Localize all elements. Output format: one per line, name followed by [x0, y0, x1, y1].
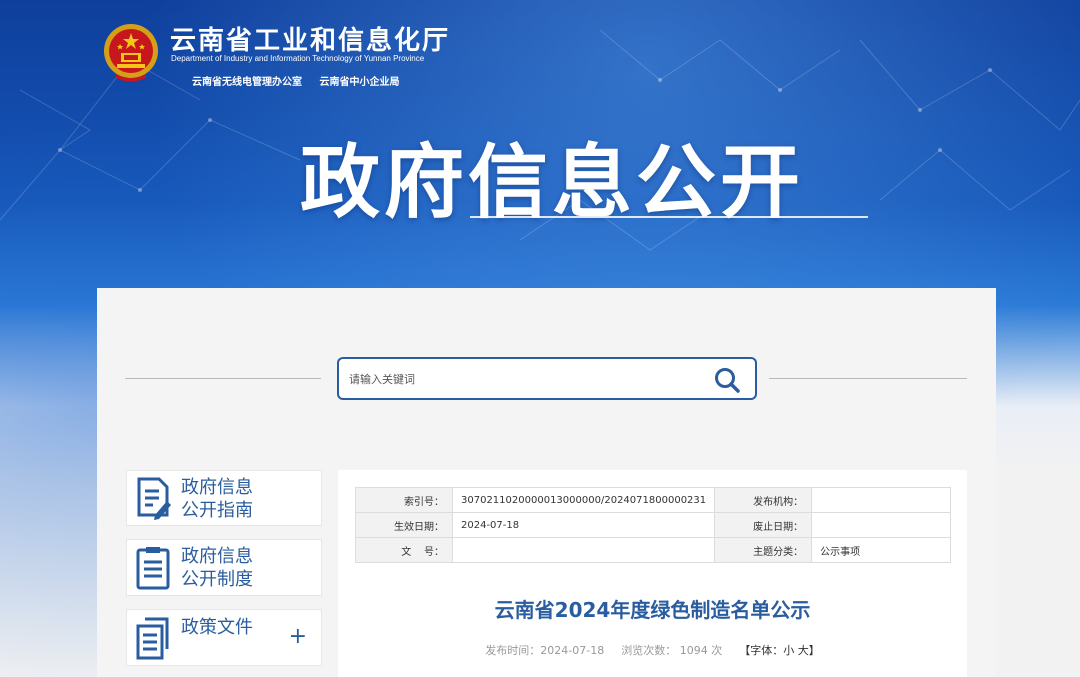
publish-time: 发布时间：2024-07-18	[485, 644, 605, 657]
font-large-link[interactable]: 大	[798, 644, 809, 657]
font-small-link[interactable]: 小	[783, 644, 794, 657]
doc-number-label: 文 号：	[355, 537, 453, 563]
effective-date-label: 生效日期：	[355, 512, 453, 538]
banner-title-underline	[470, 216, 868, 218]
affiliate-radio-office[interactable]: 云南省无线电管理办公室	[192, 77, 302, 88]
sidebar-item-disclosure-system[interactable]: 政府信息 公开制度	[126, 539, 322, 596]
article-content: 索引号： 3070211020000013000000/202407180000…	[338, 470, 967, 677]
font-size-label-close: 】	[808, 644, 820, 657]
sidebar-item-label: 政府信息 公开指南	[181, 477, 253, 521]
document-edit-icon	[137, 477, 171, 520]
views-label: 浏览次数：	[621, 644, 677, 657]
views-count: 1094	[679, 644, 708, 657]
article-title: 云南省2024年度绿色制造名单公示	[494, 598, 811, 622]
index-label: 索引号：	[355, 487, 453, 513]
font-size-label-open: 【字体：	[739, 644, 784, 657]
article-meta-table: 索引号： 3070211020000013000000/202407180000…	[355, 487, 951, 563]
search-input[interactable]	[349, 369, 689, 389]
sidebar-item-disclosure-guide[interactable]: 政府信息 公开指南	[126, 470, 322, 526]
expiry-date-label: 废止日期：	[714, 512, 813, 538]
index-value: 3070211020000013000000/2024071800000231	[451, 487, 716, 513]
expiry-date-value	[811, 512, 951, 538]
site-header: 云南省工业和信息化厅 Department of Industry and In…	[102, 18, 502, 98]
search-box	[337, 357, 757, 400]
effective-date-value: 2024-07-18	[451, 512, 716, 538]
clipboard-list-icon	[136, 547, 170, 590]
search-divider-left	[125, 378, 321, 379]
publisher-label: 发布机构：	[714, 487, 813, 513]
category-label: 主题分类：	[714, 537, 813, 563]
table-row: 文 号： 主题分类： 公示事项	[355, 537, 951, 563]
documents-stack-icon	[136, 617, 169, 660]
national-emblem-logo[interactable]	[102, 22, 160, 84]
table-row: 生效日期： 2024-07-18 废止日期：	[355, 512, 951, 538]
views-unit: 次	[711, 644, 723, 657]
search-divider-right	[769, 378, 967, 379]
affiliate-sme-bureau[interactable]: 云南省中小企业局	[319, 77, 399, 88]
search-icon[interactable]	[713, 366, 741, 394]
table-row: 索引号： 3070211020000013000000/202407180000…	[355, 487, 951, 513]
affiliate-links: 云南省无线电管理办公室 云南省中小企业局	[192, 73, 399, 88]
article-meta-line: 发布时间：2024-07-18 浏览次数： 1094 次 【字体：小 大】	[338, 642, 967, 658]
sidebar-item-policy-documents[interactable]: 政策文件 +	[126, 609, 322, 666]
doc-number-value	[451, 537, 716, 563]
main-panel: 政府信息 公开指南 政府信息 公开制度 政策文件 + 索	[97, 288, 996, 677]
category-value: 公示事项	[811, 537, 951, 563]
sidebar-item-label: 政策文件	[181, 617, 253, 638]
site-title[interactable]: 云南省工业和信息化厅	[170, 20, 450, 57]
publisher-value	[811, 487, 951, 513]
expand-plus-icon[interactable]: +	[289, 626, 307, 648]
site-subtitle-en: Department of Industry and Information T…	[171, 54, 425, 63]
sidebar-item-label: 政府信息 公开制度	[181, 546, 253, 590]
